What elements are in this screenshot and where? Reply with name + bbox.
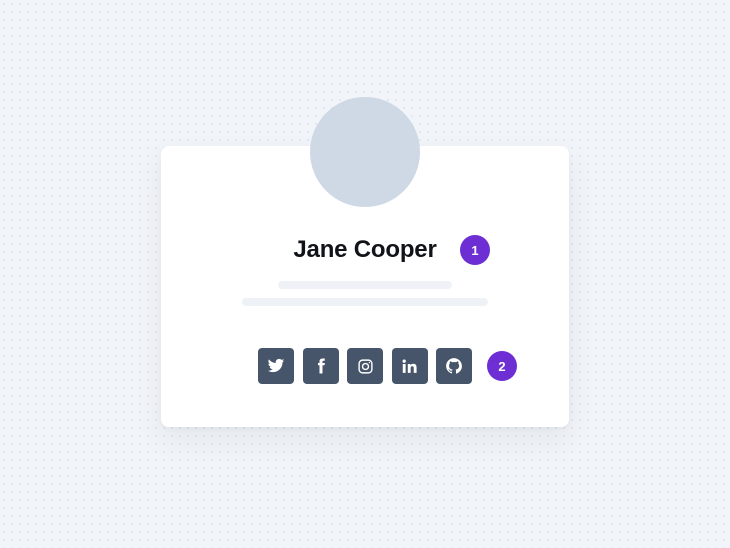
social-links (258, 348, 472, 384)
twitter-button[interactable] (258, 348, 294, 384)
instagram-icon (357, 358, 373, 374)
step-badge-2: 2 (487, 351, 517, 381)
avatar (310, 97, 420, 207)
twitter-icon (267, 358, 285, 373)
github-icon (446, 358, 462, 374)
linkedin-button[interactable] (391, 348, 428, 384)
skeleton-line-long (242, 298, 488, 306)
profile-name: Jane Cooper (293, 236, 437, 263)
instagram-button[interactable] (347, 348, 383, 384)
step-badge-1: 1 (460, 235, 490, 265)
facebook-icon (317, 358, 325, 374)
linkedin-icon (402, 359, 417, 373)
github-button[interactable] (436, 348, 472, 384)
facebook-button[interactable] (302, 348, 339, 384)
skeleton-line-short (278, 281, 452, 289)
